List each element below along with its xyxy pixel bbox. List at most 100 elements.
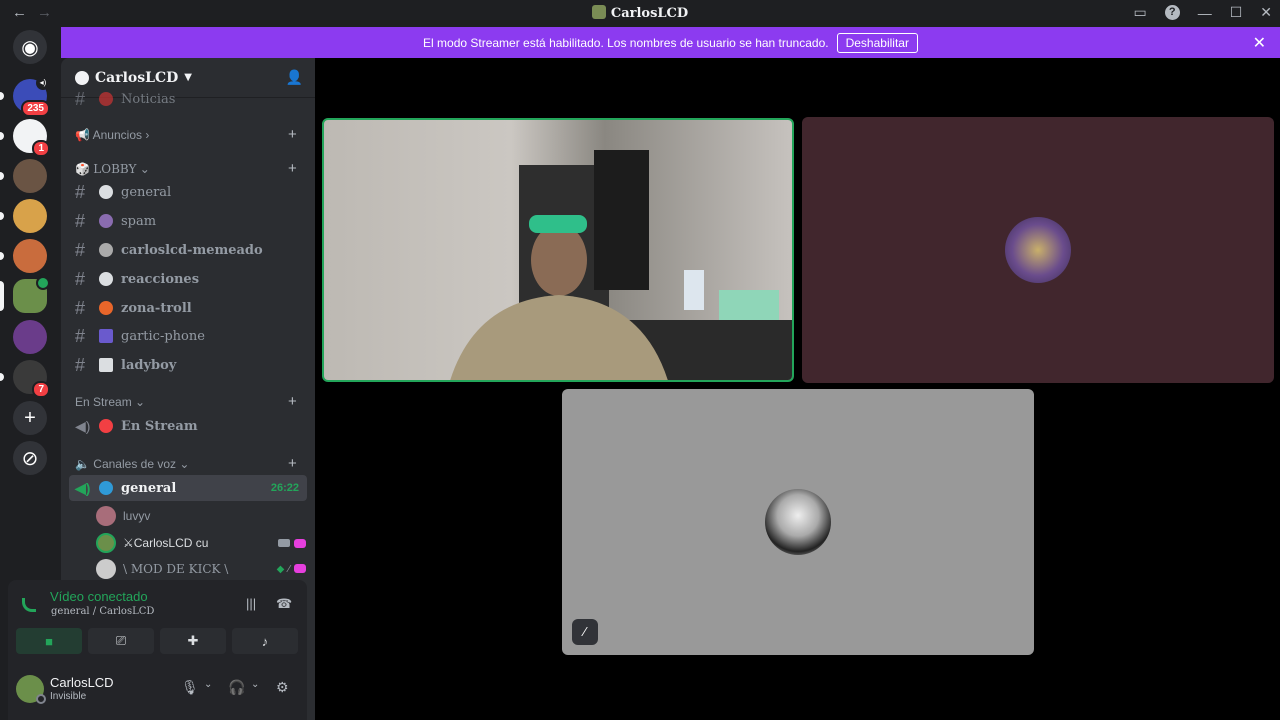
server-icon-8[interactable]: 7	[0, 360, 50, 398]
discover-button[interactable]: ⊘	[13, 441, 47, 475]
microphone-icon[interactable]: 🎙	[181, 679, 199, 696]
add-server-button[interactable]: +	[13, 401, 47, 435]
speech-bubble-icon	[99, 185, 113, 199]
server-icon-5[interactable]	[0, 239, 47, 273]
plus-icon: +	[13, 401, 47, 435]
user-panel: CarlosLCD Invisible 🎙 ⌄ 🎧 ⌄ ⚙	[8, 660, 307, 720]
share-screen-button[interactable]: ⎚	[88, 628, 154, 654]
server-icon-4[interactable]	[0, 199, 47, 233]
voice-user[interactable]: ⚔CarlosLCD cu	[96, 531, 306, 555]
add-channel-icon[interactable]: +	[288, 393, 297, 410]
window-title: CarlosLCD	[0, 5, 1280, 21]
maximize-button[interactable]: ☐	[1230, 4, 1243, 21]
speaker-icon: ◂)	[36, 76, 50, 90]
signal-icon	[22, 598, 36, 612]
voice-user[interactable]: luvyv	[96, 504, 306, 528]
mention-badge: 7	[32, 381, 50, 398]
speaker-icon: ◀)	[75, 479, 91, 496]
discord-logo-icon: ◉	[13, 30, 47, 64]
activities-button[interactable]: ✚	[160, 628, 226, 654]
invite-icon[interactable]: 👤	[286, 70, 303, 86]
avatar	[96, 559, 116, 579]
gear-icon[interactable]: ⚙	[276, 679, 289, 696]
megaphone-icon: 📢	[75, 128, 90, 142]
add-channel-icon[interactable]: +	[288, 160, 297, 177]
call-timer: 26:22	[270, 482, 299, 494]
screen-share-icon: ⎚	[115, 633, 127, 648]
speaker-icon: ◀)	[75, 417, 91, 434]
server-icon-1[interactable]: ◂) 235	[0, 76, 50, 117]
voice-status-subtitle[interactable]: general / CarlosLCD	[51, 606, 154, 617]
category-en-stream[interactable]: En Stream ⌄ +	[75, 393, 297, 410]
video-tile-camera[interactable]	[322, 118, 794, 382]
username[interactable]: CarlosLCD	[50, 675, 114, 690]
title-bar: ← → CarlosLCD ▭ ? — ☐ ✕	[0, 0, 1280, 27]
channel-carloslcd-memeado[interactable]: # carloslcd-memeado	[69, 237, 307, 263]
activities-icon: ✚	[187, 633, 199, 648]
invisible-status-icon	[36, 694, 46, 704]
headphones-icon[interactable]: 🎧	[228, 679, 245, 696]
avatar	[96, 506, 116, 526]
inbox-icon[interactable]: ▭	[1133, 4, 1146, 21]
add-channel-icon[interactable]: +	[288, 455, 297, 472]
channel-noticias[interactable]: # Noticias	[69, 86, 307, 112]
voice-connection-panel: Vídeo conectado general / CarlosLCD ||| …	[8, 580, 307, 660]
activity-icon	[294, 538, 306, 548]
soundboard-icon: ♪	[261, 633, 269, 649]
help-icon[interactable]: ?	[1164, 5, 1180, 20]
server-icon-7[interactable]	[13, 320, 47, 354]
channel-reacciones[interactable]: # reacciones	[69, 266, 307, 292]
server-name: CarlosLCD	[95, 69, 179, 86]
discord-home-button[interactable]: ◉	[13, 30, 47, 64]
voice-user[interactable]: \ MOD DE KICK \ ◆ ⁄	[96, 557, 306, 581]
hash-icon: #	[75, 181, 86, 202]
avatar	[1005, 217, 1071, 283]
minimize-button[interactable]: —	[1198, 5, 1212, 21]
voice-status-title[interactable]: Vídeo conectado	[50, 589, 148, 604]
channel-gartic-phone[interactable]: # gartic-phone	[69, 323, 307, 349]
server-icon-3[interactable]	[0, 159, 47, 193]
category-lobby[interactable]: 🎲 LOBBY ⌄ +	[75, 160, 297, 177]
server-icon-2[interactable]: 1	[0, 119, 50, 157]
mic-muted-icon: ⁄	[288, 563, 290, 575]
disconnect-icon[interactable]: ☎	[276, 596, 292, 612]
add-channel-icon[interactable]: +	[288, 126, 297, 143]
activity-icon	[294, 563, 306, 573]
globe-icon	[99, 481, 113, 495]
mention-badge: 235	[21, 100, 50, 117]
chevron-down-icon[interactable]: ⌄	[204, 679, 212, 690]
hash-icon: #	[75, 239, 86, 260]
voice-channel-general[interactable]: ◀) general 26:22	[69, 475, 307, 501]
channel-ladyboy[interactable]: # ladyboy	[69, 352, 307, 378]
close-button[interactable]: ✕	[1260, 4, 1272, 21]
category-anuncios[interactable]: 📢 Anuncios › +	[75, 126, 297, 143]
noise-suppression-icon[interactable]: |||	[246, 596, 256, 611]
window-title-text: CarlosLCD	[610, 6, 689, 21]
category-canales-de-voz[interactable]: 🔈 Canales de voz ⌄ +	[75, 455, 297, 472]
voice-call-stage: ⁄	[315, 58, 1280, 720]
server-icon-active[interactable]	[0, 276, 50, 313]
channel-general[interactable]: # general	[69, 179, 307, 205]
streamer-mode-banner: El modo Streamer está habilitado. Los no…	[61, 27, 1280, 58]
dice-icon: 🎲	[75, 162, 90, 176]
hash-icon: #	[75, 297, 86, 318]
server-icon	[591, 5, 606, 19]
mic-muted-icon: ⁄	[572, 619, 598, 645]
channel-en-stream[interactable]: ◀) En Stream	[69, 413, 307, 439]
soundboard-button[interactable]: ♪	[232, 628, 298, 654]
camera-icon: ■	[45, 633, 53, 649]
avatar	[765, 489, 831, 555]
hash-icon: #	[75, 354, 86, 375]
close-icon[interactable]: ✕	[1253, 33, 1266, 53]
camera-icon	[278, 538, 290, 547]
channel-zona-troll[interactable]: # zona-troll	[69, 295, 307, 321]
video-tile-user-3[interactable]: ⁄	[562, 389, 1034, 655]
disable-streamer-button[interactable]: Deshabilitar	[836, 32, 918, 53]
camera-toggle-button[interactable]: ■	[16, 628, 82, 654]
video-tile-user-2[interactable]	[802, 117, 1274, 383]
compass-icon: ⊘	[13, 441, 47, 475]
webcam-feed	[450, 150, 792, 380]
chevron-down-icon[interactable]: ⌄	[251, 679, 259, 690]
hash-icon: #	[75, 268, 86, 289]
channel-spam[interactable]: # spam	[69, 208, 307, 234]
